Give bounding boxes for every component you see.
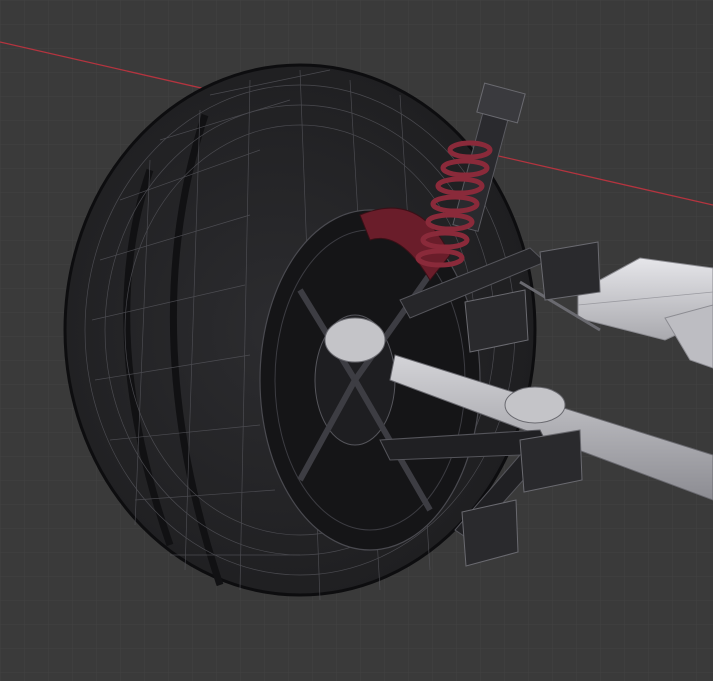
viewport-canvas[interactable] [0,0,713,681]
3d-viewport[interactable] [0,0,713,681]
